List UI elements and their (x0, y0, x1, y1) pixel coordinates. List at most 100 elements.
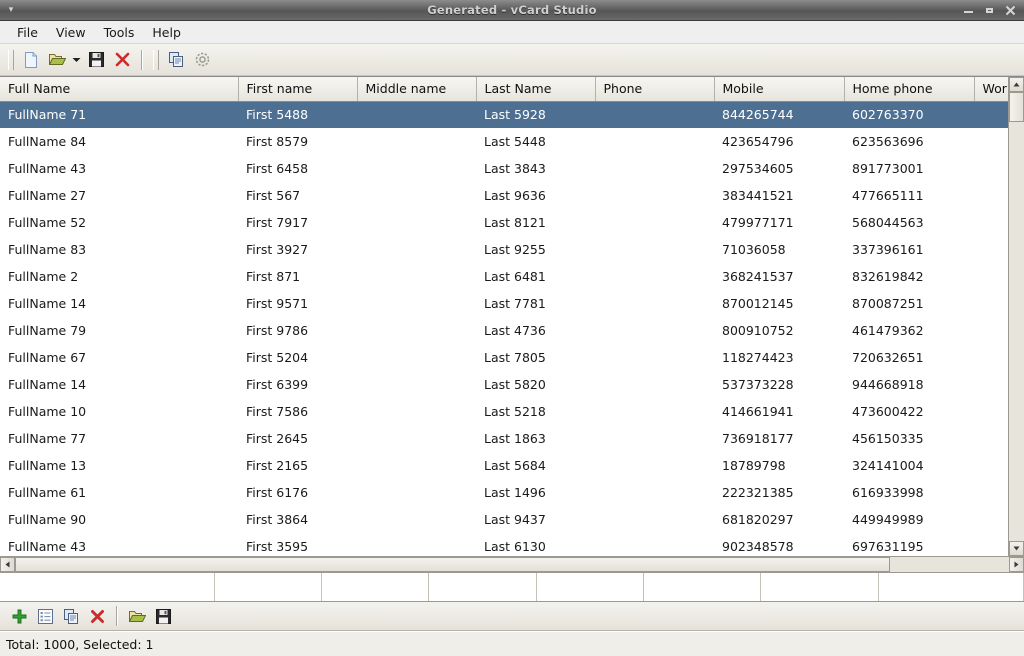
cell-first_name[interactable]: First 2165 (238, 453, 357, 480)
cell-home_phone[interactable]: 473600422 (844, 399, 974, 426)
cell-work[interactable] (974, 291, 1008, 318)
horizontal-scroll-thumb[interactable] (15, 557, 890, 572)
cell-first_name[interactable]: First 9571 (238, 291, 357, 318)
cell-home_phone[interactable]: 697631195 (844, 534, 974, 557)
cell-home_phone[interactable]: 623563696 (844, 129, 974, 156)
table-row[interactable]: FullName 52First 7917Last 81214799771715… (0, 210, 1008, 237)
horizontal-scroll-track[interactable] (15, 557, 1009, 572)
menu-item-tools[interactable]: Tools (95, 23, 144, 42)
table-row[interactable]: FullName 83First 3927Last 92557103605833… (0, 237, 1008, 264)
window-menu-icon[interactable]: ▾ (0, 0, 22, 20)
cell-middle_name[interactable] (357, 318, 476, 345)
cell-full_name[interactable]: FullName 13 (0, 453, 238, 480)
cell-full_name[interactable]: FullName 84 (0, 129, 238, 156)
cell-full_name[interactable]: FullName 83 (0, 237, 238, 264)
cell-last_name[interactable]: Last 1863 (476, 426, 595, 453)
export-button[interactable] (150, 604, 176, 628)
cell-home_phone[interactable]: 337396161 (844, 237, 974, 264)
cell-middle_name[interactable] (357, 291, 476, 318)
cell-work[interactable] (974, 102, 1008, 129)
cell-last_name[interactable]: Last 7781 (476, 291, 595, 318)
maximize-button[interactable] (984, 5, 995, 16)
close-button[interactable] (1005, 5, 1016, 16)
cell-full_name[interactable]: FullName 10 (0, 399, 238, 426)
cell-first_name[interactable]: First 5204 (238, 345, 357, 372)
vertical-scrollbar[interactable] (1008, 77, 1024, 556)
cell-last_name[interactable]: Last 9636 (476, 183, 595, 210)
scroll-down-button[interactable] (1009, 541, 1024, 556)
cell-mobile[interactable]: 800910752 (714, 318, 844, 345)
cell-phone[interactable] (595, 156, 714, 183)
cell-home_phone[interactable]: 456150335 (844, 426, 974, 453)
column-header-phone[interactable]: Phone (595, 77, 714, 102)
cell-last_name[interactable]: Last 5928 (476, 102, 595, 129)
cell-full_name[interactable]: FullName 14 (0, 372, 238, 399)
cell-middle_name[interactable] (357, 534, 476, 557)
minimize-button[interactable] (963, 5, 974, 16)
cell-full_name[interactable]: FullName 27 (0, 183, 238, 210)
cell-mobile[interactable]: 71036058 (714, 237, 844, 264)
cell-first_name[interactable]: First 6176 (238, 480, 357, 507)
cell-last_name[interactable]: Last 7805 (476, 345, 595, 372)
scroll-up-button[interactable] (1009, 77, 1024, 92)
cell-last_name[interactable]: Last 3843 (476, 156, 595, 183)
cell-full_name[interactable]: FullName 14 (0, 291, 238, 318)
grid-scroll-region[interactable]: Full Name First name Middle name Last Na… (0, 77, 1008, 556)
menu-item-view[interactable]: View (47, 23, 95, 42)
cell-mobile[interactable]: 423654796 (714, 129, 844, 156)
cell-work[interactable] (974, 453, 1008, 480)
cell-work[interactable] (974, 399, 1008, 426)
column-header-home-phone[interactable]: Home phone (844, 77, 974, 102)
cell-mobile[interactable]: 414661941 (714, 399, 844, 426)
table-row[interactable]: FullName 84First 8579Last 54484236547966… (0, 129, 1008, 156)
cell-first_name[interactable]: First 2645 (238, 426, 357, 453)
cell-phone[interactable] (595, 210, 714, 237)
cell-first_name[interactable]: First 5488 (238, 102, 357, 129)
cell-middle_name[interactable] (357, 210, 476, 237)
cell-mobile[interactable]: 18789798 (714, 453, 844, 480)
cell-middle_name[interactable] (357, 480, 476, 507)
cell-middle_name[interactable] (357, 156, 476, 183)
cell-mobile[interactable]: 297534605 (714, 156, 844, 183)
cell-mobile[interactable]: 902348578 (714, 534, 844, 557)
cell-full_name[interactable]: FullName 77 (0, 426, 238, 453)
cell-last_name[interactable]: Last 5218 (476, 399, 595, 426)
cell-middle_name[interactable] (357, 264, 476, 291)
cell-last_name[interactable]: Last 5820 (476, 372, 595, 399)
cell-first_name[interactable]: First 8579 (238, 129, 357, 156)
copy-button[interactable] (163, 48, 189, 72)
cell-mobile[interactable]: 118274423 (714, 345, 844, 372)
cell-work[interactable] (974, 507, 1008, 534)
cell-work[interactable] (974, 480, 1008, 507)
new-file-button[interactable] (18, 48, 44, 72)
table-row[interactable]: FullName 61First 6176Last 14962223213856… (0, 480, 1008, 507)
cell-first_name[interactable]: First 7917 (238, 210, 357, 237)
column-header-full-name[interactable]: Full Name (0, 77, 238, 102)
cell-full_name[interactable]: FullName 71 (0, 102, 238, 129)
cell-phone[interactable] (595, 453, 714, 480)
table-row[interactable]: FullName 27First 567Last 963638344152147… (0, 183, 1008, 210)
cell-middle_name[interactable] (357, 129, 476, 156)
new-record-cell-full-name[interactable] (0, 573, 215, 601)
cell-home_phone[interactable]: 568044563 (844, 210, 974, 237)
cell-middle_name[interactable] (357, 102, 476, 129)
cell-first_name[interactable]: First 871 (238, 264, 357, 291)
table-row[interactable]: FullName 10First 7586Last 52184146619414… (0, 399, 1008, 426)
cell-work[interactable] (974, 345, 1008, 372)
cell-phone[interactable] (595, 534, 714, 557)
column-header-first-name[interactable]: First name (238, 77, 357, 102)
cell-work[interactable] (974, 237, 1008, 264)
cell-full_name[interactable]: FullName 43 (0, 156, 238, 183)
toolbar-grip[interactable] (8, 50, 14, 70)
table-row[interactable]: FullName 14First 6399Last 58205373732289… (0, 372, 1008, 399)
horizontal-scrollbar[interactable] (0, 556, 1024, 572)
cell-first_name[interactable]: First 3595 (238, 534, 357, 557)
cell-middle_name[interactable] (357, 453, 476, 480)
cell-last_name[interactable]: Last 6481 (476, 264, 595, 291)
cell-full_name[interactable]: FullName 52 (0, 210, 238, 237)
delete-button[interactable] (109, 48, 135, 72)
cell-phone[interactable] (595, 372, 714, 399)
cell-last_name[interactable]: Last 5684 (476, 453, 595, 480)
cell-work[interactable] (974, 183, 1008, 210)
cell-phone[interactable] (595, 426, 714, 453)
